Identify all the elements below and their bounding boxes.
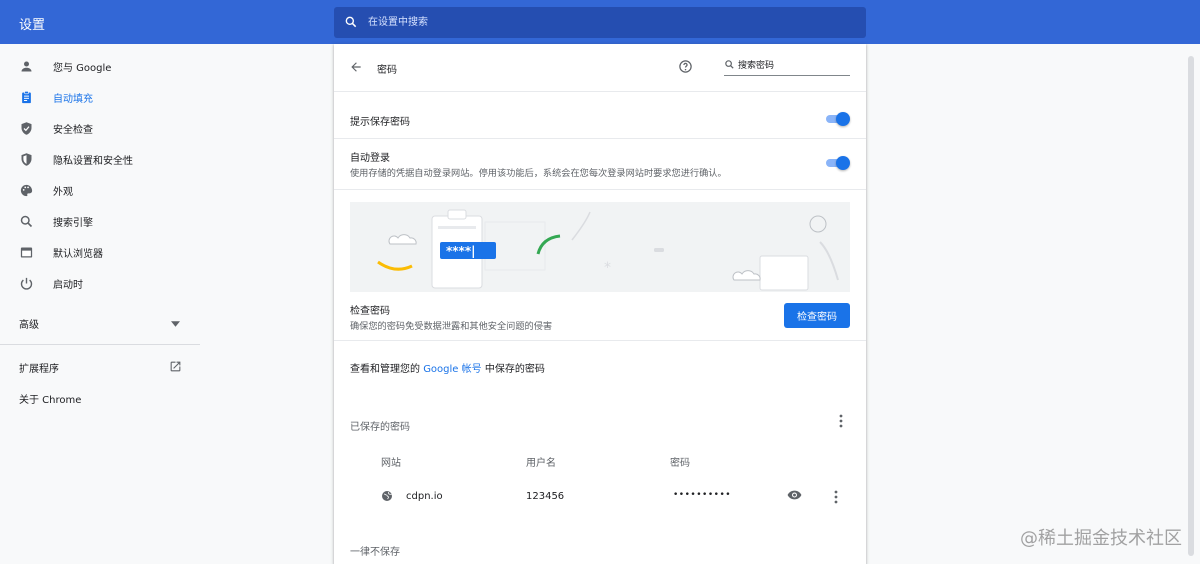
autosignin-label: 自动登录 (350, 153, 390, 164)
open-in-new-icon (169, 360, 182, 376)
svg-text:*: * (604, 260, 611, 276)
row-more-vert-icon[interactable] (833, 490, 839, 507)
sidebar-item-label: 隐私设置和安全性 (53, 156, 133, 167)
saved-username: 123456 (526, 491, 565, 502)
sidebar-item-default-browser[interactable]: 默认浏览器 (0, 237, 200, 268)
watermark: @稀土掘金技术社区 (1020, 528, 1182, 549)
sidebar-item-label: 安全检查 (53, 125, 93, 136)
manage-suffix: 中保存的密码 (484, 364, 545, 375)
toggle-knob (836, 112, 850, 126)
sidebar-item-label: 搜索引擎 (53, 218, 93, 229)
dropdown-arrow-icon (171, 319, 180, 330)
person-icon (19, 59, 34, 74)
offer-save-toggle[interactable] (824, 112, 850, 126)
column-header-site: 网站 (381, 458, 401, 469)
sidebar-item-about-chrome[interactable]: 关于 Chrome (0, 383, 200, 413)
extensions-label: 扩展程序 (19, 363, 59, 375)
row-separator (334, 91, 866, 92)
settings-search-box[interactable] (334, 7, 866, 38)
password-search-input[interactable] (738, 56, 848, 75)
shield-icon (19, 152, 34, 167)
check-passwords-button[interactable]: 检查密码 (784, 303, 850, 328)
sidebar-item-label: 启动时 (53, 280, 83, 291)
sidebar-item-extensions[interactable]: 扩展程序 (0, 352, 200, 382)
show-password-eye-icon[interactable] (787, 489, 802, 504)
never-saved-title: 一律不保存 (350, 547, 400, 558)
sidebar-item-autofill[interactable]: 自动填充 (0, 82, 200, 113)
sidebar-item-label: 外观 (53, 187, 73, 198)
offer-save-label: 提示保存密码 (350, 117, 410, 128)
top-bar: 设置 (0, 0, 1200, 44)
settings-search-input[interactable] (368, 7, 848, 38)
sidebar-item-privacy[interactable]: 隐私设置和安全性 (0, 144, 200, 175)
manage-prefix: 查看和管理您的 (350, 364, 420, 375)
back-arrow-icon[interactable] (349, 60, 363, 77)
toggle-knob (836, 156, 850, 170)
autosignin-description: 使用存储的凭据自动登录网站。停用该功能后，系统会在您每次登录网站时要求您进行确认… (350, 168, 727, 179)
saved-site[interactable]: cdpn.io (406, 491, 443, 502)
saved-passwords-title: 已保存的密码 (350, 422, 410, 433)
column-header-username: 用户名 (526, 458, 556, 469)
manage-in-account-row: 查看和管理您的 Google 帐号 中保存的密码 (350, 360, 545, 375)
advanced-label: 高级 (19, 319, 39, 331)
power-icon (19, 276, 34, 291)
row-separator (334, 189, 866, 190)
row-separator (334, 340, 866, 341)
column-header-password: 密码 (670, 458, 690, 469)
palette-icon (19, 183, 34, 198)
sidebar-item-search-engine[interactable]: 搜索引擎 (0, 206, 200, 237)
sidebar-item-on-startup[interactable]: 启动时 (0, 268, 200, 299)
browser-icon (19, 245, 34, 260)
passwords-card: 密码 提示保存密码 自动登录 使用存储的凭据自动登录网站。停用该功能后，系统会在… (334, 44, 866, 564)
password-check-illustration: ****| * (350, 202, 850, 292)
sidebar-item-label: 您与 Google (53, 63, 112, 74)
sidebar-item-appearance[interactable]: 外观 (0, 175, 200, 206)
about-chrome-label: 关于 Chrome (19, 394, 82, 406)
app-title: 设置 (19, 18, 46, 33)
sidebar-divider (0, 344, 200, 345)
check-description: 确保您的密码免受数据泄露和其他安全问题的侵害 (350, 321, 553, 332)
more-vert-icon[interactable] (838, 414, 844, 431)
shield-check-icon (19, 121, 34, 136)
help-icon[interactable] (678, 59, 693, 77)
sidebar-advanced-toggle[interactable]: 高级 (0, 308, 200, 338)
sidebar-item-safety-check[interactable]: 安全检查 (0, 113, 200, 144)
google-account-link[interactable]: Google 帐号 (423, 364, 481, 375)
search-icon (724, 59, 735, 73)
sidebar-item-label: 自动填充 (53, 94, 93, 105)
illustration-masked-text: ****| (446, 244, 475, 258)
page-scrollbar[interactable] (1188, 56, 1194, 556)
sidebar-item-you-and-google[interactable]: 您与 Google (0, 51, 200, 82)
password-search-box[interactable] (724, 56, 850, 76)
clipboard-icon (19, 90, 34, 105)
sidebar-item-label: 默认浏览器 (53, 249, 103, 260)
page-title: 密码 (377, 65, 397, 76)
saved-password-masked: •••••••••• (673, 490, 732, 500)
check-title: 检查密码 (350, 306, 390, 317)
sidebar: 您与 Google 自动填充 安全检查 隐私设置和安全性 外观 搜索引擎 默认浏… (0, 44, 200, 564)
search-icon (19, 214, 34, 229)
globe-icon (381, 490, 393, 505)
search-icon (344, 15, 358, 32)
row-separator (334, 138, 866, 139)
autosignin-toggle[interactable] (824, 156, 850, 170)
